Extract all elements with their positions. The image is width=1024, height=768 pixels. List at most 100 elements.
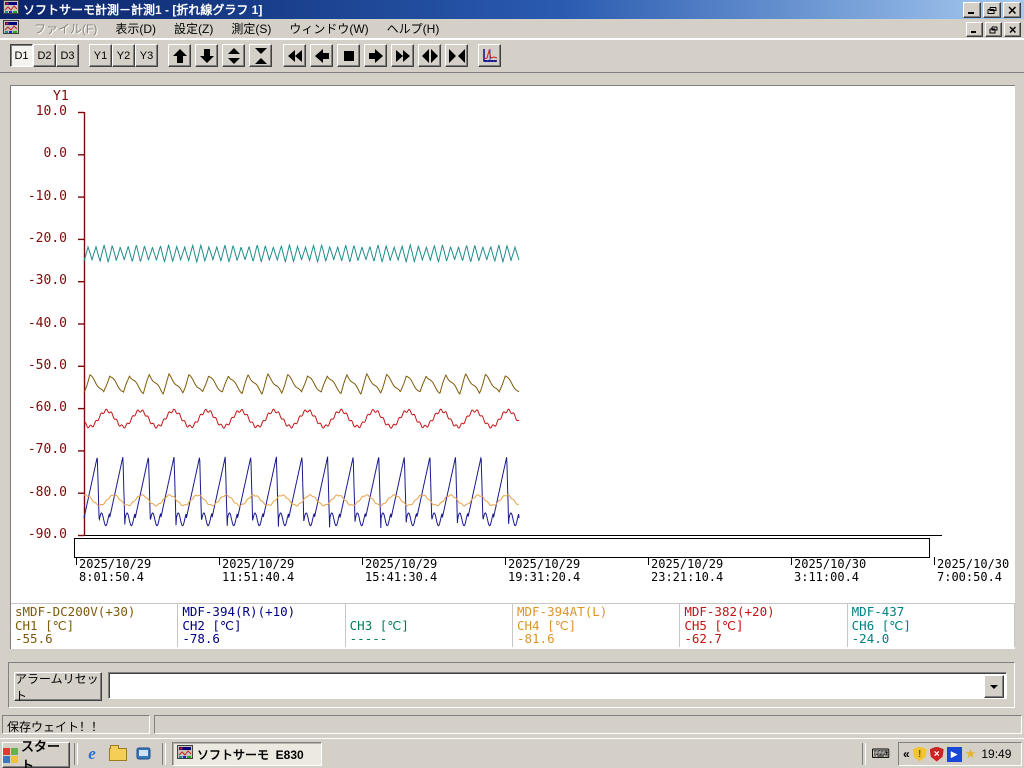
- x-tick-label: 2025/10/29 8:01:50.4: [79, 557, 152, 584]
- compress-horizontal-button[interactable]: [445, 44, 468, 67]
- fast-forward-button[interactable]: [391, 44, 414, 67]
- scroll-down-button[interactable]: [195, 44, 218, 67]
- waveform-ch5: [83, 408, 520, 429]
- app-icon: [3, 0, 19, 20]
- tray-chevron-icon[interactable]: «: [903, 747, 910, 761]
- combobox-dropdown-button[interactable]: [984, 675, 1004, 698]
- menu-item[interactable]: ウィンドウ(W): [280, 18, 377, 39]
- expand-vertical-button[interactable]: [222, 44, 245, 67]
- stop-icon: [343, 50, 354, 61]
- x-tick-mark: [76, 557, 77, 565]
- close-button[interactable]: [1003, 2, 1021, 18]
- display-button-d3[interactable]: D3: [56, 44, 79, 67]
- toolbar: D1 D2 D3 Y1 Y2 Y3: [0, 39, 1024, 73]
- folder-icon[interactable]: [108, 744, 128, 764]
- waveform-ch1: [83, 372, 520, 395]
- axis-button-y3[interactable]: Y3: [135, 44, 158, 67]
- internet-explorer-icon[interactable]: e: [82, 744, 102, 764]
- axis-button-y1[interactable]: Y1: [89, 44, 112, 67]
- x-tick-mark: [362, 557, 363, 565]
- step-left-button[interactable]: [310, 44, 333, 67]
- menu-item[interactable]: 測定(S): [222, 18, 280, 39]
- menu-item[interactable]: 設定(Z): [165, 18, 222, 39]
- expand-vertical-icon: [227, 47, 240, 64]
- legend-cell-ch5: MDF-382(+20) CH5 [℃] -62.7: [680, 604, 848, 647]
- waveform-ch2: [83, 456, 520, 529]
- child-close-button[interactable]: [1004, 22, 1021, 37]
- display-button-d2[interactable]: D2: [33, 44, 56, 67]
- compress-horizontal-icon: [448, 48, 465, 63]
- media-player-icon[interactable]: ▶: [946, 746, 962, 762]
- keyboard-icon[interactable]: ⌨: [871, 746, 890, 762]
- menu-item[interactable]: ヘルプ(H): [378, 18, 449, 39]
- legend-cell-ch1: sMDF-DC200V(+30) CH1 [℃] -55.6: [11, 604, 179, 647]
- windows-logo-icon: [3, 747, 18, 763]
- window-controls: [963, 2, 1021, 18]
- alarm-bar: アラームリセット: [8, 662, 1015, 708]
- expand-horizontal-button[interactable]: [418, 44, 441, 67]
- show-desktop-icon[interactable]: [134, 744, 154, 764]
- x-tick-label: 2025/10/29 11:51:40.4: [222, 557, 295, 584]
- step-right-button[interactable]: [364, 44, 387, 67]
- y-tick-label: -90.0: [27, 527, 67, 542]
- alarm-combobox[interactable]: [108, 672, 1007, 699]
- y-tick-label: -30.0: [27, 273, 67, 289]
- alarm-reset-button[interactable]: アラームリセット: [14, 672, 102, 703]
- y-tick-label: 10.0: [35, 104, 67, 119]
- desktop: ソフトサーモ計測－計測1 - [折れ線グラフ 1] ファイル(F) 表示(D) 設定…: [0, 0, 1024, 768]
- minimize-button[interactable]: [963, 2, 981, 18]
- scroll-up-button[interactable]: [168, 44, 191, 67]
- taskbar-separator: [862, 743, 866, 765]
- restore-button[interactable]: [983, 2, 1001, 18]
- x-tick-label: 2025/10/30 7:00:50.4: [937, 557, 1010, 584]
- fast-forward-icon: [395, 49, 410, 62]
- security-alert-icon[interactable]: ×: [929, 746, 944, 762]
- y-tick-label: -50.0: [27, 357, 67, 373]
- rewind-button[interactable]: [283, 44, 306, 67]
- legend-cell-ch3: CH3 [℃] -----: [346, 604, 513, 647]
- compress-vertical-button[interactable]: [249, 44, 272, 67]
- time-range-indicator[interactable]: [74, 538, 930, 558]
- x-tick-label: 2025/10/29 19:31:20.4: [508, 557, 581, 584]
- child-restore-button[interactable]: [985, 22, 1002, 37]
- update-star-icon[interactable]: ★: [965, 745, 977, 763]
- axis-button-y2[interactable]: Y2: [112, 44, 135, 67]
- system-tray: « ! × ▶ ★ 19:49: [898, 742, 1022, 766]
- y-axis-label: Y1: [53, 89, 69, 104]
- step-right-icon: [368, 48, 383, 63]
- tray-clock: 19:49: [981, 747, 1012, 761]
- start-button-label: スタート: [21, 739, 61, 768]
- start-button[interactable]: スタート: [2, 739, 70, 768]
- taskbar-separator: [74, 743, 78, 765]
- stop-button[interactable]: [337, 44, 360, 67]
- menu-bar: ファイル(F) 表示(D) 設定(Z) 測定(S) ウィンドウ(W) ヘルプ(H): [0, 19, 1024, 39]
- y-tick-label: 0.0: [43, 146, 67, 162]
- plot-area: [78, 111, 942, 537]
- y-tick-label: -20.0: [27, 230, 67, 246]
- step-left-icon: [314, 48, 329, 63]
- x-tick-mark: [648, 557, 649, 565]
- scroll-up-icon: [172, 48, 187, 63]
- expand-horizontal-icon: [421, 48, 438, 63]
- graph-settings-button[interactable]: [478, 44, 501, 67]
- x-tick-mark: [505, 557, 506, 565]
- status-bar: 保存ウェイト！！: [0, 712, 1024, 738]
- rewind-icon: [287, 49, 302, 62]
- taskbar-app-button[interactable]: ソフトサーモ E830: [172, 742, 322, 766]
- status-cell-empty: [154, 715, 1022, 734]
- security-warning-icon[interactable]: !: [912, 746, 927, 762]
- graph-settings-icon: [482, 49, 497, 62]
- window-title: ソフトサーモ計測－計測1 - [折れ線グラフ 1]: [23, 3, 263, 17]
- display-button-d1[interactable]: D1: [10, 44, 33, 67]
- scroll-down-icon: [199, 48, 214, 63]
- x-tick-label: 2025/10/30 3:11:00.4: [794, 557, 867, 584]
- y-tick-label: -70.0: [27, 442, 67, 458]
- document-icon[interactable]: [3, 19, 19, 38]
- taskbar-separator: [162, 743, 166, 765]
- x-tick-mark: [219, 557, 220, 565]
- child-window-controls: [966, 22, 1021, 37]
- menu-item[interactable]: 表示(D): [106, 18, 165, 39]
- child-minimize-button[interactable]: [966, 22, 983, 37]
- line-graph-panel: Y1 10.0 0.0 -10.0 -20.0 -30.0 -40.0 -50.0 -60.0…: [10, 85, 1015, 649]
- legend-cell-ch2: MDF-394(R)(+10) CH2 [℃] -78.6: [178, 604, 346, 647]
